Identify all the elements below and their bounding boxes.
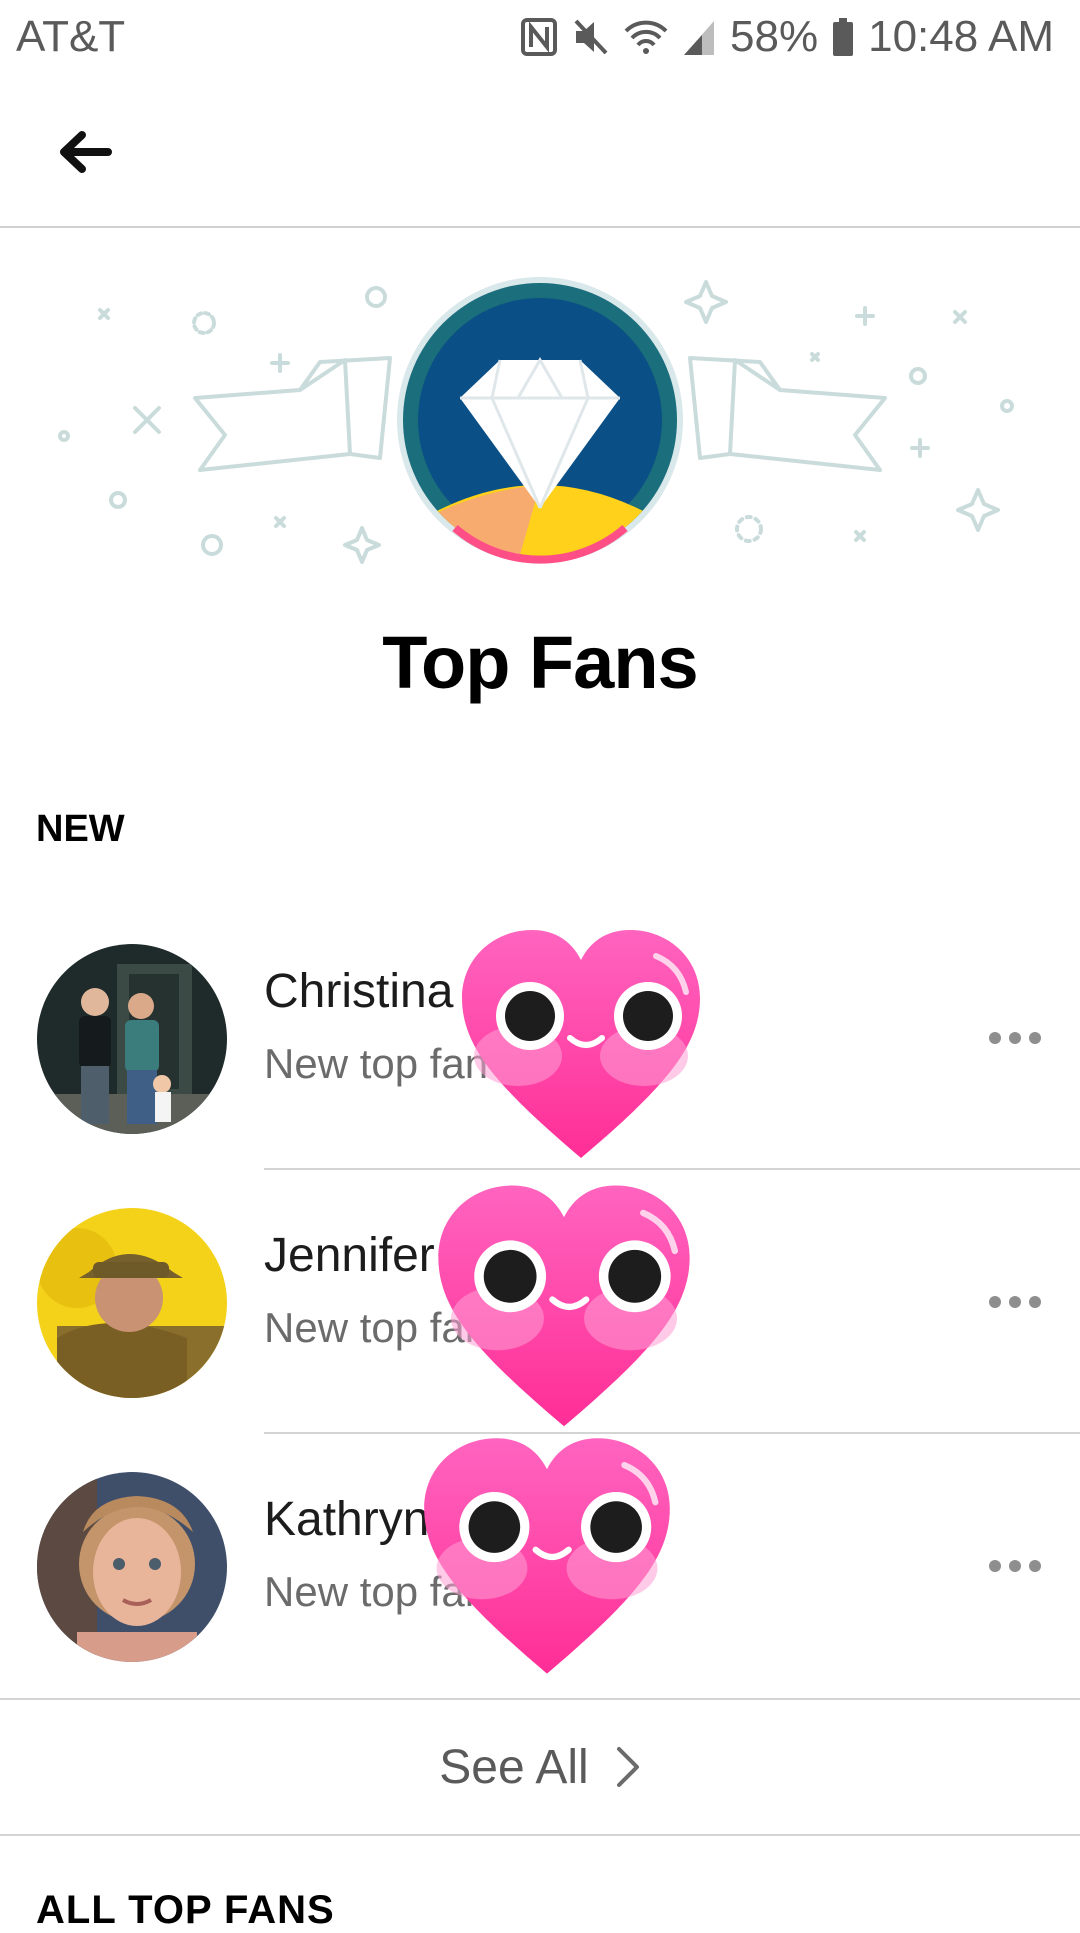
nfc-icon	[520, 17, 558, 57]
battery-icon	[832, 17, 854, 57]
section-header-all-top-fans: ALL TOP FANS	[36, 1888, 335, 1932]
more-options-button[interactable]	[980, 1014, 1050, 1062]
top-app-bar	[0, 76, 1080, 228]
fan-name[interactable]: Christina	[264, 964, 453, 1019]
signal-icon	[682, 17, 716, 57]
carrier-label: AT&T	[16, 12, 126, 61]
battery-percent: 58%	[730, 12, 819, 61]
section-divider	[0, 1834, 1080, 1836]
more-icon	[989, 1560, 1041, 1572]
more-icon	[989, 1296, 1041, 1308]
see-all-button[interactable]: See All	[0, 1700, 1080, 1834]
fan-subtitle: New top fan	[264, 1040, 489, 1087]
page-title: Top Fans	[382, 621, 698, 704]
back-arrow-icon	[60, 131, 112, 173]
avatar	[37, 944, 227, 1134]
fan-row[interactable]: Jennifer New top fan	[0, 1170, 1080, 1434]
section-header-new: NEW	[36, 808, 125, 850]
more-options-button[interactable]	[980, 1278, 1050, 1326]
status-bar: AT&T 58% 10:48 AM	[0, 0, 1080, 76]
fan-subtitle: New top fan	[264, 1568, 489, 1615]
fan-subtitle: New top fan	[264, 1304, 489, 1351]
more-icon	[989, 1032, 1041, 1044]
back-button[interactable]	[44, 112, 124, 192]
chevron-right-icon	[616, 1747, 639, 1787]
fan-name[interactable]: Kathryn	[264, 1492, 429, 1547]
avatar	[37, 1208, 227, 1398]
clock: 10:48 AM	[868, 12, 1054, 61]
fan-name[interactable]: Jennifer	[264, 1228, 435, 1283]
top-fan-badge-illustration	[0, 230, 1080, 590]
mute-icon	[572, 17, 610, 57]
fan-row[interactable]: Kathryn New top fan	[0, 1434, 1080, 1698]
status-icons: 58% 10:48 AM	[520, 12, 1054, 62]
avatar	[37, 1472, 227, 1662]
see-all-label: See All	[439, 1740, 589, 1794]
fan-row[interactable]: Christina New top fan	[0, 906, 1080, 1170]
wifi-icon	[624, 17, 668, 57]
more-options-button[interactable]	[980, 1542, 1050, 1590]
